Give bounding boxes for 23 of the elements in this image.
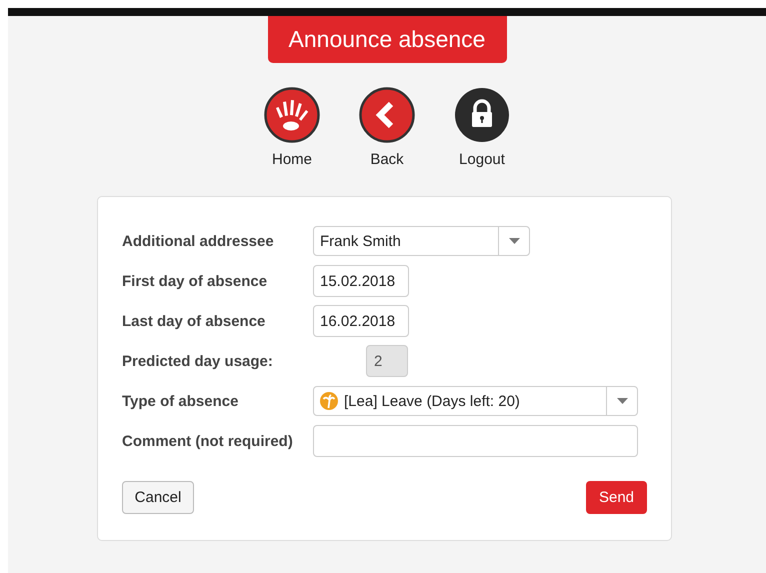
send-button[interactable]: Send	[586, 481, 647, 514]
comment-field[interactable]	[313, 425, 638, 457]
palm-tree-icon	[320, 392, 338, 410]
nav-label[interactable]: Back	[370, 151, 404, 168]
nav-label[interactable]: Home	[272, 151, 312, 168]
field-label: First day of absence	[122, 272, 268, 290]
hand-icon[interactable]	[264, 87, 320, 143]
field-label: Comment (not required)	[122, 432, 294, 450]
nav-label[interactable]: Logout	[459, 151, 505, 168]
date-field[interactable]: 15.02.2018	[313, 265, 409, 297]
field-label: Last day of absence	[122, 312, 266, 330]
back-icon[interactable]	[359, 87, 415, 143]
addressee-dropdown[interactable]: Frank Smith	[313, 226, 530, 256]
cancel-button[interactable]: Cancel	[122, 481, 194, 514]
absence-type-dropdown[interactable]: [Lea] Leave (Days left: 20)	[313, 386, 638, 416]
field-label: Predicted day usage:	[122, 352, 274, 370]
field-label: Type of absence	[122, 392, 240, 410]
lock-icon[interactable]	[454, 87, 510, 143]
field-label: Additional addressee	[122, 232, 275, 250]
page-title: Announce absence	[268, 16, 506, 63]
date-field[interactable]: 16.02.2018	[313, 305, 409, 337]
caret-icon	[616, 398, 628, 404]
caret-icon	[508, 238, 520, 244]
